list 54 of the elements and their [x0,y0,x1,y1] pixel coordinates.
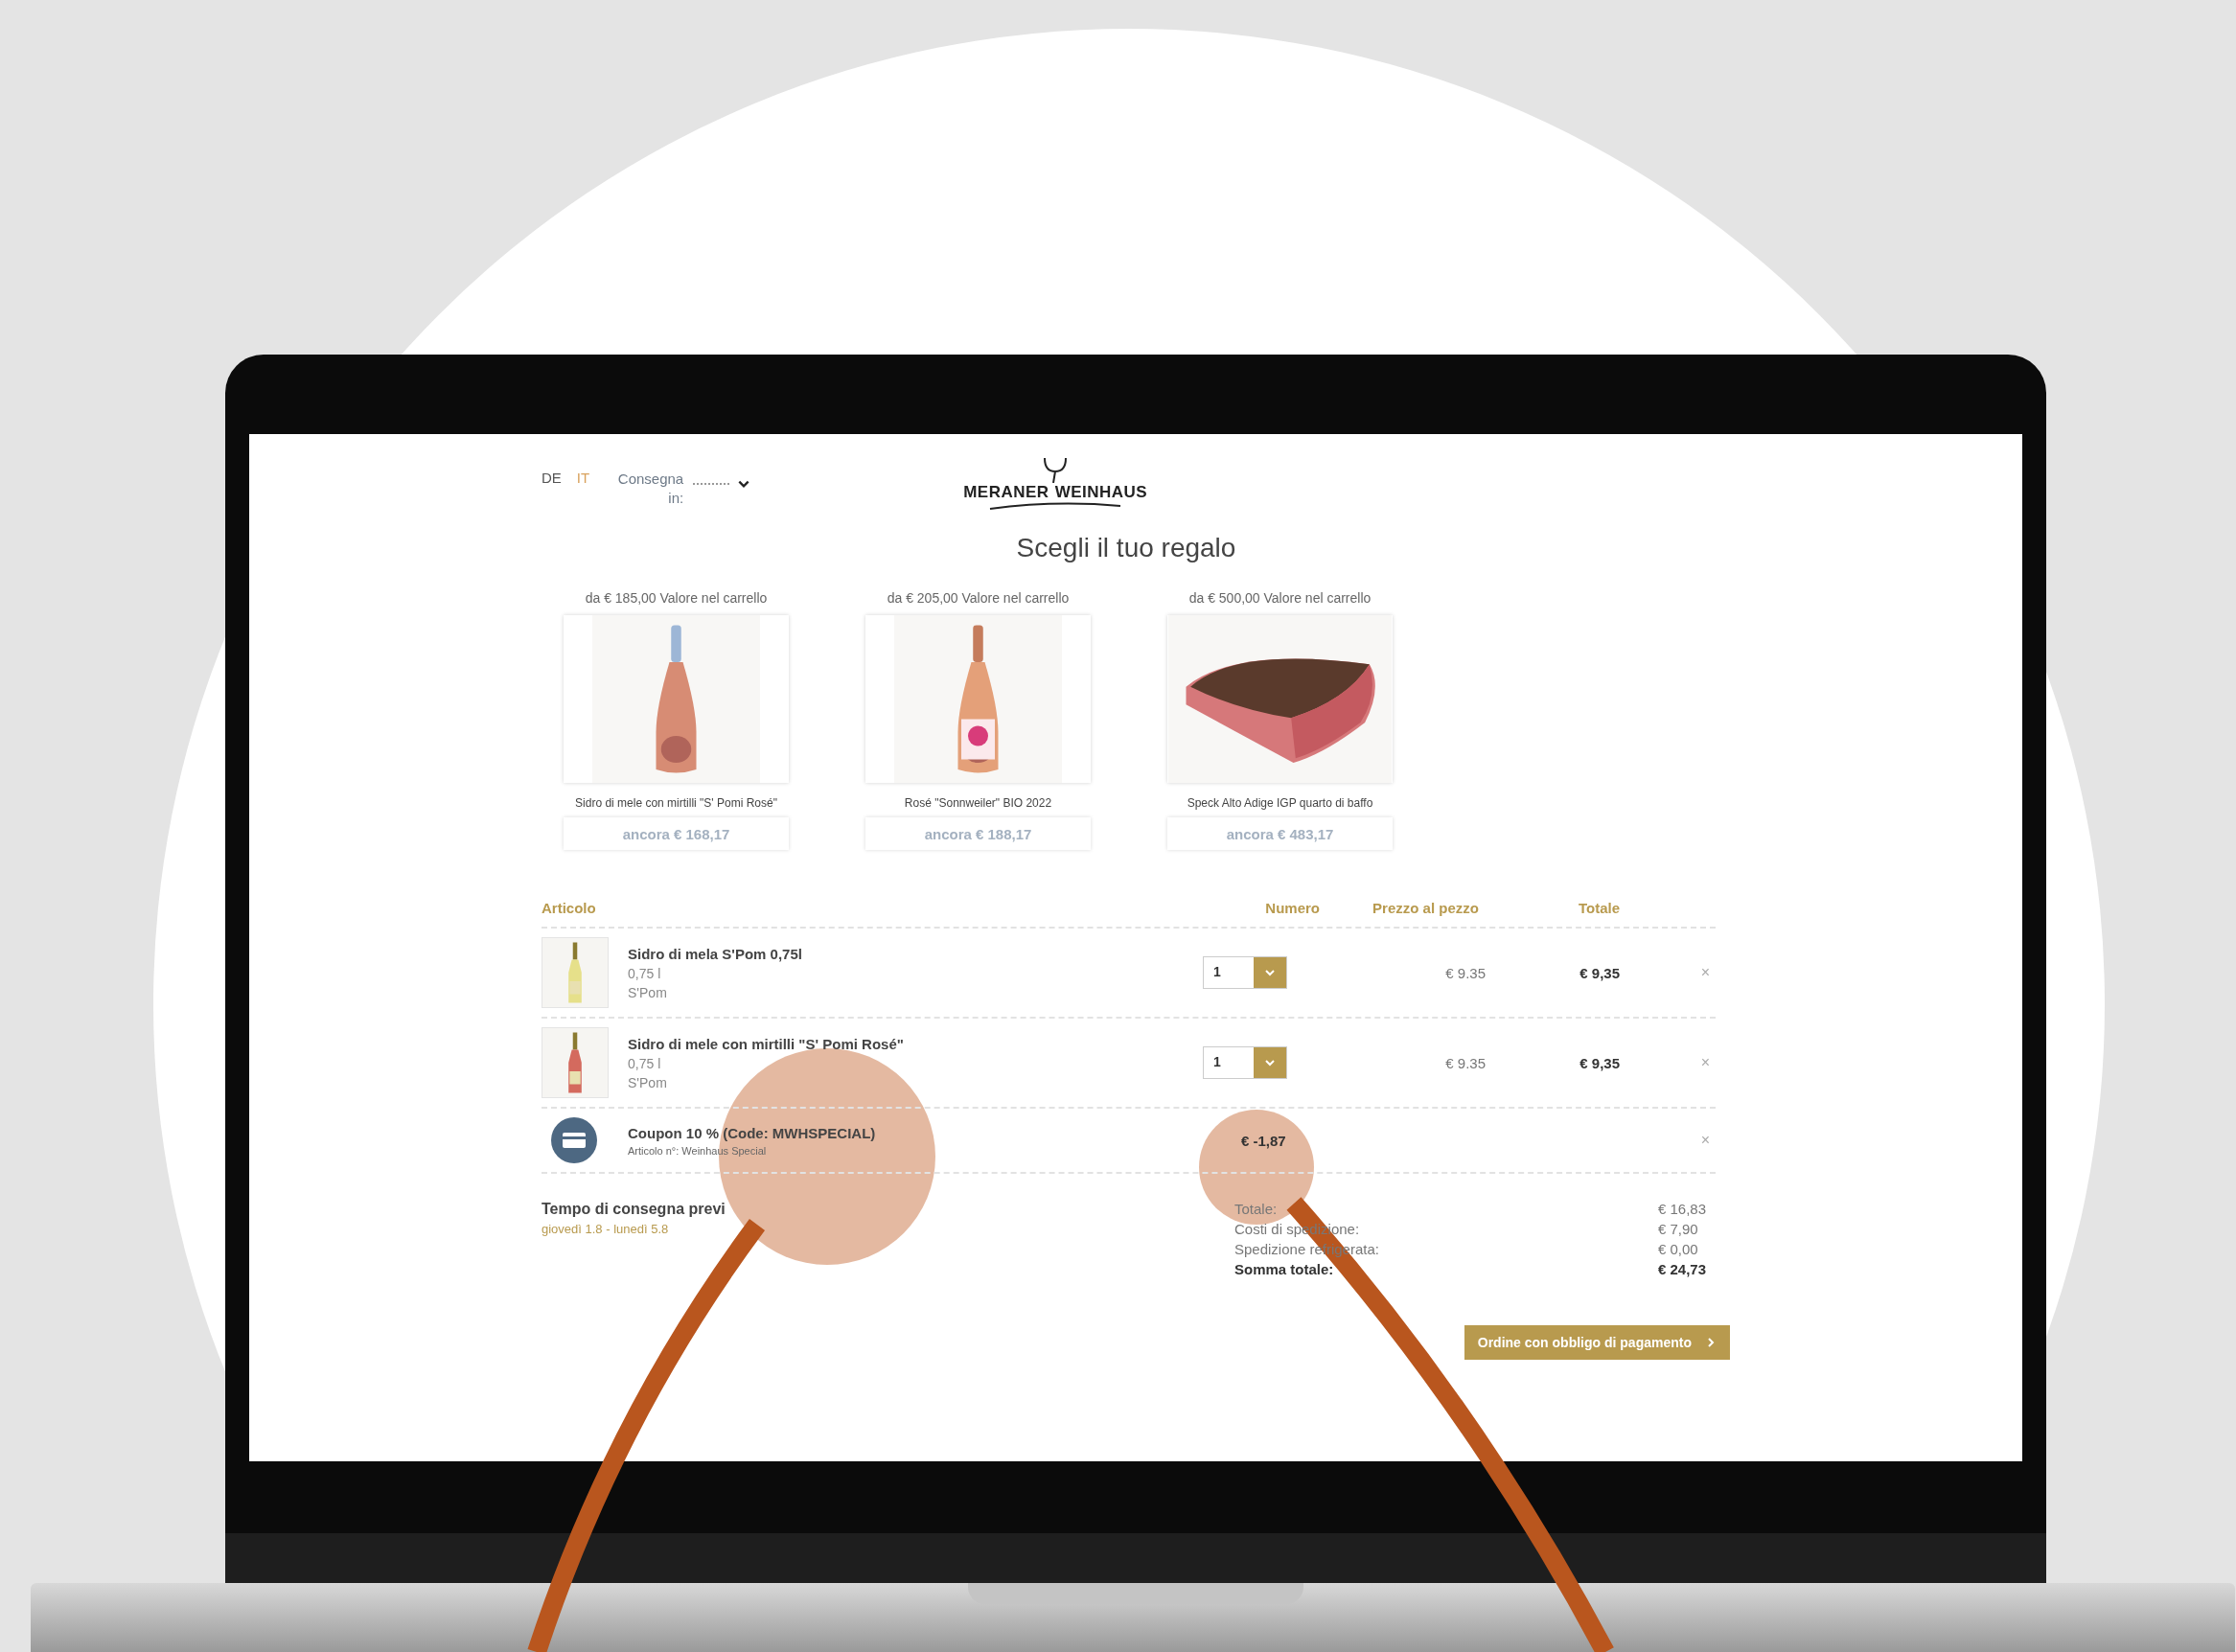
column-header: Prezzo al pezzo [1372,899,1480,916]
total-label: Totale: [1234,1201,1279,1217]
product-producer: S'Pom [628,984,668,1000]
quantity-select[interactable]: 1 [1203,1046,1287,1079]
remaining-amount-button[interactable]: ancora € 188,17 [865,817,1091,850]
coupon-name: Coupon 10 % (Code: MWHSPECIAL) [628,1124,877,1141]
chevron-down-icon [1264,1057,1276,1068]
gift-name: Speck Alto Adige IGP quarto di baffo [1187,796,1373,810]
chevron-right-icon [1705,1337,1717,1348]
total-value: € 7,90 [1657,1221,1699,1237]
remove-button[interactable]: × [1694,1131,1716,1150]
product-name[interactable]: Sidro di mele con mirtilli "S' Pomi Rosé" [628,1035,1126,1052]
remaining-amount-button[interactable]: ancora € 168,17 [564,817,789,850]
remaining-amount-button[interactable]: ancora € 483,17 [1167,817,1393,850]
coupon-amount: € -1,87 [1241,1132,1287,1149]
total-label: Somma totale: [1234,1261,1335,1277]
product-name[interactable]: Sidro di mela S'Pom 0,75l [628,945,1126,962]
line-total: € 9,35 [1579,1054,1621,1071]
product-producer: S'Pom [628,1074,668,1090]
quantity-dropdown-button[interactable] [1254,1047,1286,1078]
remove-button[interactable]: × [1694,963,1716,982]
column-header: Articolo [542,899,597,916]
line-total: € 9,35 [1579,964,1621,981]
coupon-icon [551,1117,597,1163]
total-value: € 24,73 [1657,1261,1706,1277]
delivery-dates: giovedì 1.8 - lunedì 5.8 [542,1222,670,1236]
delivery-label: Consegna in: [616,470,684,508]
gift-threshold: da € 500,00 Valore nel carrello [1188,590,1372,606]
gift-threshold: da € 205,00 Valore nel carrello [887,590,1070,606]
language-link[interactable]: IT [576,458,590,486]
unit-price: € 9.35 [1444,1054,1487,1071]
total-value: € 16,83 [1657,1201,1706,1217]
column-header: Totale [1577,899,1621,916]
logo-swoosh-icon [988,502,1123,510]
total-value: € 0,00 [1657,1241,1699,1257]
quantity-value: 1 [1212,1053,1222,1071]
gift-threshold: da € 185,00 Valore nel carrello [585,590,768,606]
section-title: Scegli il tuo regalo [1015,533,1237,563]
gift-name: Rosé "Sonnweiler" BIO 2022 [904,796,1052,810]
unit-price: € 9.35 [1444,964,1487,981]
product-size: 0,75 l [628,965,662,981]
language-link[interactable]: DE [542,458,562,486]
column-header: Numero [1264,899,1321,916]
chevron-down-icon [1264,967,1276,978]
quantity-value: 1 [1212,963,1222,981]
quantity-select[interactable]: 1 [1203,956,1287,989]
checkout-button[interactable]: Ordine con obbligo di pagamento [1464,1325,1730,1360]
remove-button[interactable]: × [1694,1053,1716,1072]
quantity-dropdown-button[interactable] [1254,957,1286,988]
gift-name: Sidro di mele con mirtilli "S' Pomi Rosé" [575,796,777,810]
delivery-time-title: Tempo di consegna previ [542,1201,726,1218]
logo-text: WEINHAUS [1054,483,1148,502]
logo-text: MERANER [963,483,1049,502]
product-size: 0,75 l [628,1055,662,1071]
